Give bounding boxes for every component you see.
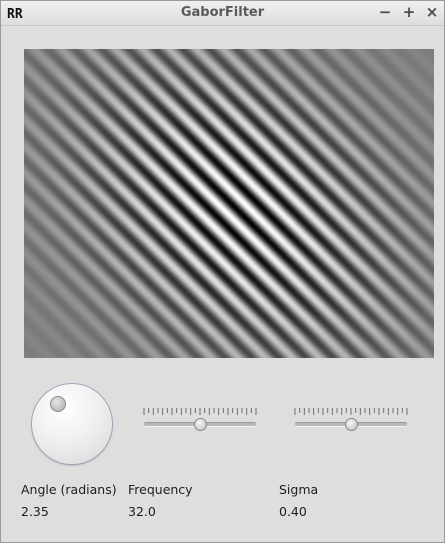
title-bar[interactable]: RR GaborFilter − + × (1, 1, 444, 26)
frequency-slider-handle[interactable] (194, 418, 207, 431)
gabor-filter-canvas (24, 49, 434, 358)
gabor-filter-window: RR GaborFilter − + × Angle (radians) 2.3… (0, 0, 445, 543)
sigma-value: 0.40 (279, 504, 307, 519)
close-button[interactable]: × (424, 4, 440, 20)
angle-dial[interactable] (32, 384, 112, 464)
sigma-label: Sigma (279, 482, 319, 497)
gabor-filter-image (24, 49, 434, 358)
sigma-slider-ticks (294, 408, 408, 415)
angle-label: Angle (radians) (21, 482, 117, 497)
frequency-value: 32.0 (128, 504, 156, 519)
frequency-slider[interactable] (142, 407, 260, 435)
frequency-slider-ticks (143, 408, 257, 415)
frequency-label: Frequency (128, 482, 193, 497)
sigma-slider[interactable] (293, 407, 411, 435)
minimize-button[interactable]: − (377, 4, 393, 20)
angle-value: 2.35 (21, 504, 49, 519)
sigma-slider-handle[interactable] (345, 418, 358, 431)
maximize-button[interactable]: + (401, 4, 417, 20)
angle-dial-knob[interactable] (50, 395, 67, 412)
